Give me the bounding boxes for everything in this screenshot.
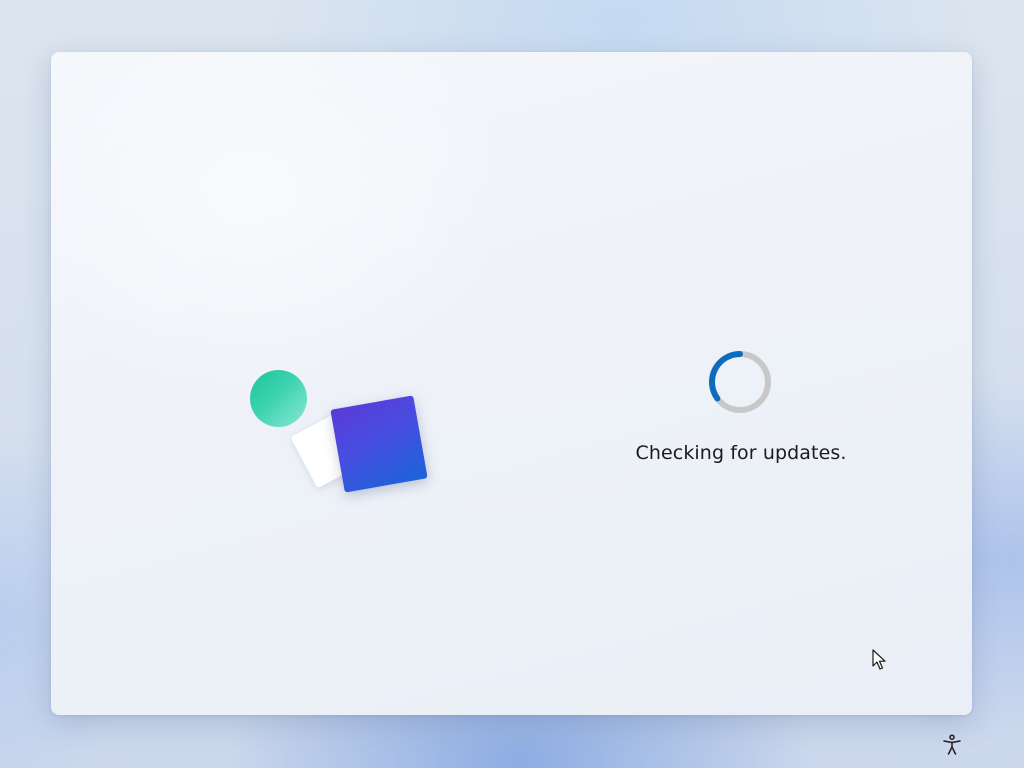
illustration-blue-square (330, 395, 428, 493)
mouse-pointer-icon (872, 649, 886, 670)
illustration-circle (250, 370, 307, 427)
loading-spinner-icon (709, 351, 771, 413)
status-area: Checking for updates. (611, 348, 871, 478)
setup-panel: Checking for updates. (51, 52, 972, 715)
accessibility-icon[interactable] (940, 733, 964, 757)
status-message: Checking for updates. (635, 442, 847, 464)
